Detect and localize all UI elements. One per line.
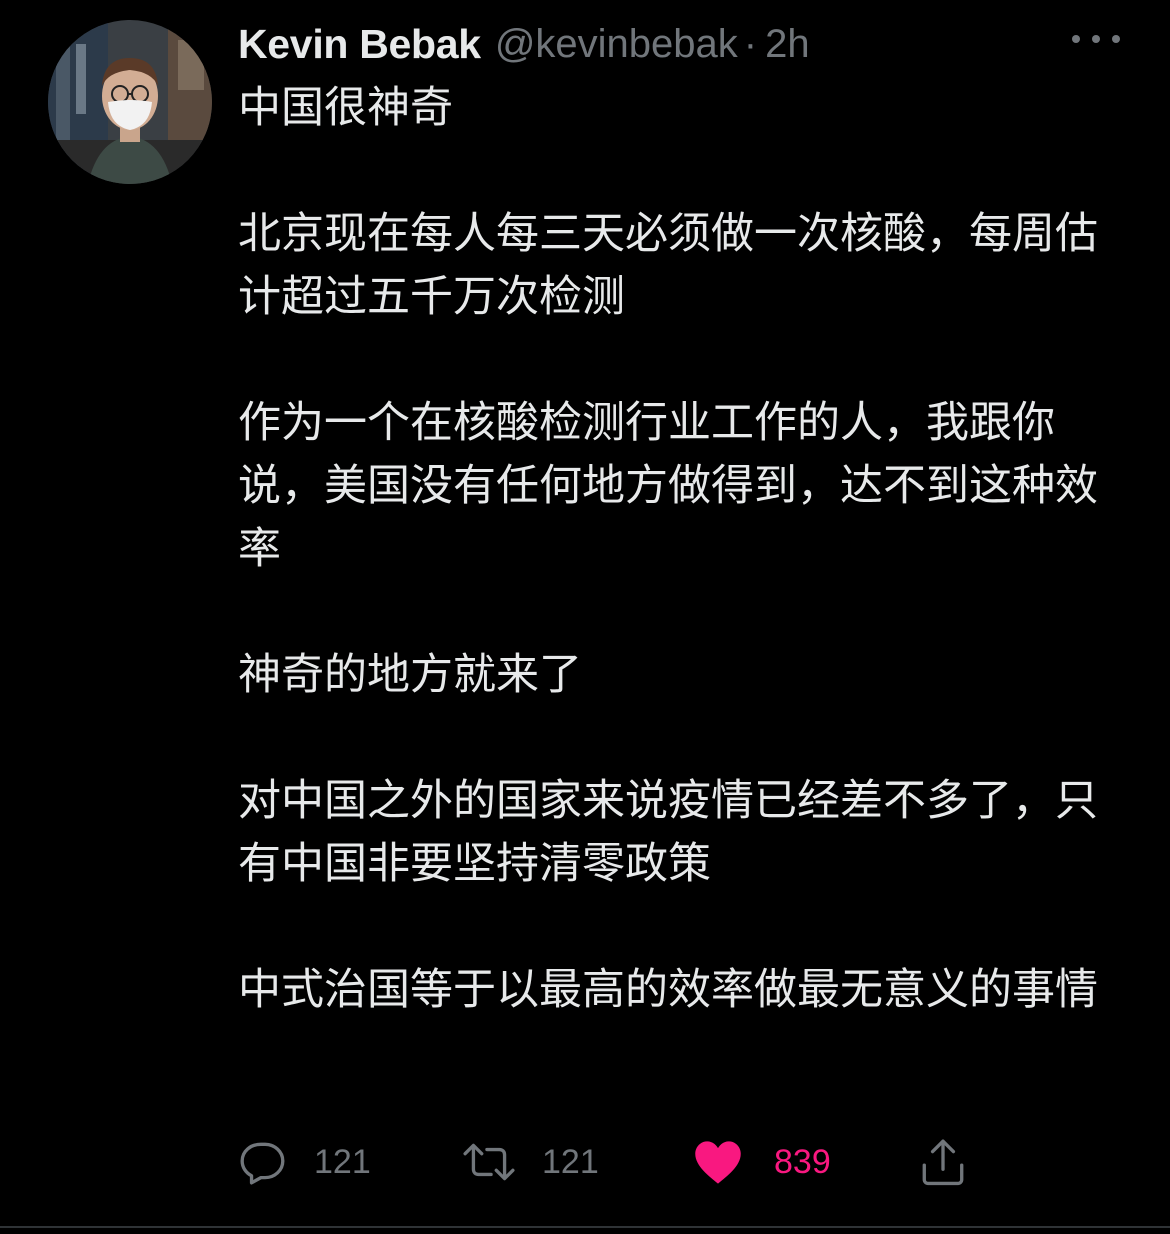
like-button[interactable]: 839 [692,1130,831,1194]
tweet: Kevin Bebak @kevinbebak · 2h 中国很神奇 北京现在每… [0,0,1170,1234]
tweet-actions: 121 121 839 [0,1130,1170,1194]
more-dot [1112,35,1120,43]
separator-dot: · [743,21,758,66]
reply-count: 121 [314,1142,371,1181]
tweet-header: Kevin Bebak @kevinbebak · 2h [238,14,810,74]
reply-button[interactable]: 121 [238,1130,371,1194]
more-dot [1072,35,1080,43]
user-handle[interactable]: @kevinbebak [495,22,738,67]
more-options-icon[interactable] [1072,24,1120,54]
like-count: 839 [774,1142,831,1181]
retweet-count: 121 [542,1142,599,1181]
divider [0,1226,1170,1228]
display-name[interactable]: Kevin Bebak [238,21,481,68]
timestamp[interactable]: 2h [765,22,810,67]
share-icon [918,1136,968,1188]
more-dot [1092,35,1100,43]
share-button[interactable] [918,1130,968,1194]
retweet-icon [462,1137,516,1187]
avatar[interactable] [48,20,212,184]
tweet-text: 中国很神奇 北京现在每人每三天必须做一次核酸，每周估计超过五千万次检测 作为一个… [238,83,1098,1015]
retweet-button[interactable]: 121 [462,1130,599,1194]
avatar-photo [48,20,212,184]
heart-icon [692,1138,744,1186]
reply-icon [238,1137,288,1187]
